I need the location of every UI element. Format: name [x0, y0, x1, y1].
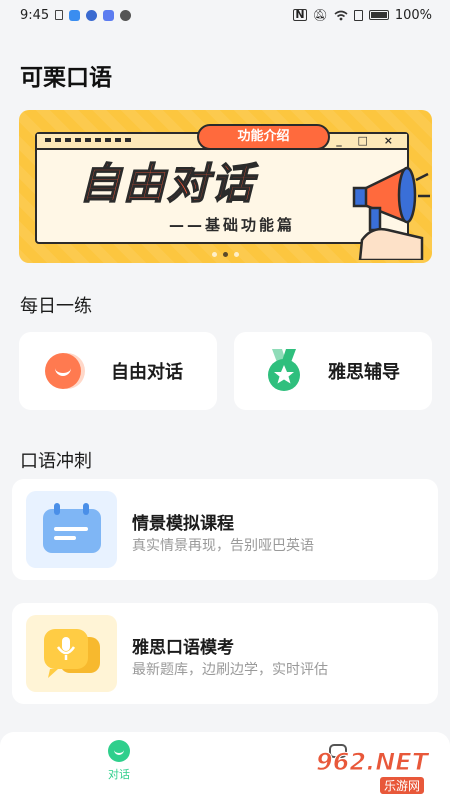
shield-app-icon [69, 9, 81, 21]
nfc-icon: N [293, 8, 307, 21]
calendar-chat-icon [43, 503, 101, 553]
banner-window-dots [45, 138, 131, 142]
battery-percent: 100% [394, 7, 432, 23]
ielts-mock-title: 雅思口语模考 [132, 638, 234, 658]
feature-banner[interactable]: _ □ × 功能介绍 自由对话 ——基础功能篇 [19, 110, 432, 263]
status-time: 9:45 [20, 7, 50, 23]
banner-dot[interactable] [234, 252, 239, 257]
box-app-icon [103, 9, 115, 21]
tab-conversation-label: 对话 [108, 768, 130, 781]
battery-icon [368, 10, 389, 20]
banner-headline: 自由对话 [78, 158, 256, 209]
ielts-mock-icon-box [26, 615, 117, 692]
smile-tab-icon [108, 740, 130, 762]
usb-icon [55, 10, 64, 20]
banner-dot[interactable] [212, 252, 217, 257]
status-bar: 9:45 N 🔕︎ 100% [0, 0, 450, 30]
sim-icon [353, 9, 363, 21]
ielts-coach-card[interactable]: 雅思辅导 [234, 332, 432, 410]
banner-subtitle: ——基础功能篇 [169, 216, 296, 234]
daily-practice-heading: 每日一练 [20, 296, 92, 317]
ielts-mock-card[interactable]: 雅思口语模考 最新题库，边刷边学，实时评估 [12, 603, 438, 704]
scenario-course-card[interactable]: 情景模拟课程 真实情景再现，告别哑巴英语 [12, 479, 438, 580]
banner-page-indicator [19, 252, 432, 257]
scenario-course-title: 情景模拟课程 [132, 514, 234, 534]
ielts-coach-label: 雅思辅导 [328, 362, 400, 383]
scenario-icon-box [26, 491, 117, 568]
ielts-mock-desc: 最新题库，边刷边学，实时评估 [132, 662, 328, 678]
tab-conversation[interactable]: 对话 [79, 740, 159, 782]
status-right: N 🔕︎ 100% [293, 8, 432, 23]
microphone-chat-icon [44, 629, 100, 678]
free-talk-label: 自由对话 [111, 362, 183, 383]
status-left: 9:45 [20, 7, 132, 23]
wifi-icon [334, 10, 348, 20]
megaphone-icon [352, 165, 430, 260]
banner-tag: 功能介绍 [197, 124, 330, 150]
watermark-logo: 962.NET [315, 748, 429, 777]
wechat-icon [120, 9, 132, 21]
smile-icon [45, 353, 81, 389]
bird-app-icon [86, 9, 98, 21]
watermark-sub: 乐游网 [380, 777, 425, 794]
speaking-sprint-heading: 口语冲刺 [20, 451, 92, 472]
scenario-course-desc: 真实情景再现，告别哑巴英语 [132, 538, 314, 554]
free-talk-card[interactable]: 自由对话 [19, 332, 217, 410]
banner-window-controls: _ □ × [336, 134, 399, 147]
medal-icon [268, 349, 300, 391]
banner-dot-active[interactable] [223, 252, 228, 257]
page-title: 可栗口语 [20, 65, 112, 91]
mute-icon: 🔕︎ [312, 8, 328, 22]
